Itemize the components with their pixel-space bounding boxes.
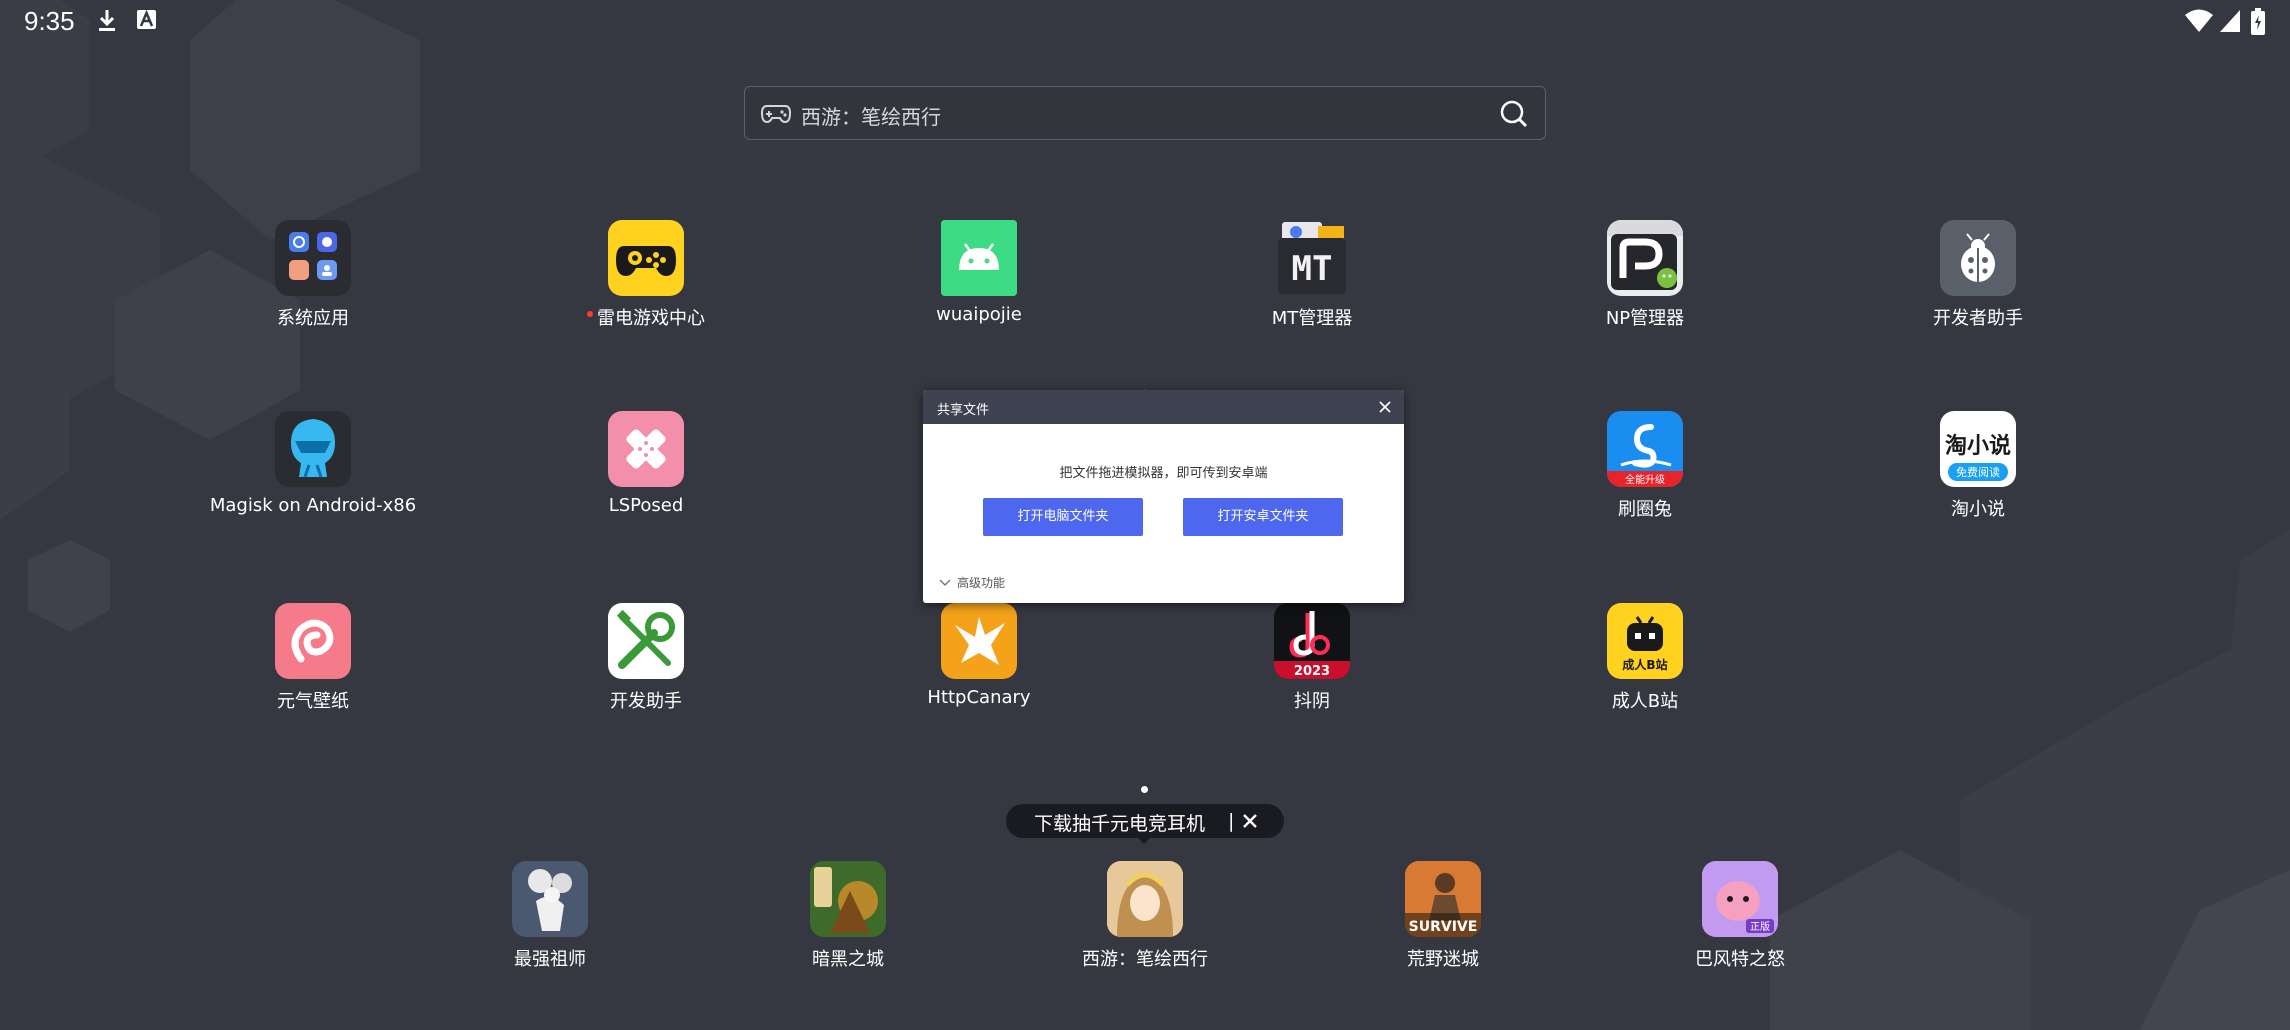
- open-pc-folder-button[interactable]: 打开电脑文件夹: [983, 498, 1143, 536]
- promo-tooltip[interactable]: 下载抽千元电竞耳机 |: [1006, 804, 1284, 838]
- wifi-icon: [2185, 9, 2213, 32]
- wrench-icon: [608, 603, 684, 679]
- promo-separator: |: [1228, 810, 1235, 832]
- search-text: 西游：笔绘西行: [801, 105, 941, 129]
- app-label: 淘小说: [1951, 499, 2005, 520]
- promo-tooltip-caret: [1136, 836, 1152, 844]
- app-label: 巴风特之怒: [1695, 949, 1785, 970]
- promo-text: 下载抽千元电竞耳机: [1034, 813, 1206, 835]
- svg-text:2023: 2023: [1294, 664, 1330, 679]
- android-icon: [941, 220, 1017, 296]
- svg-text:全能升级: 全能升级: [1625, 473, 1665, 486]
- svg-text:正版: 正版: [1750, 920, 1770, 933]
- app-label: MT管理器: [1271, 308, 1353, 329]
- new-badge-dot: [587, 311, 593, 317]
- bilibili-icon: 成人B站: [1607, 603, 1683, 679]
- download-icon: [99, 10, 115, 31]
- open-android-folder-button[interactable]: 打开安卓文件夹: [1183, 498, 1343, 536]
- app-label: 刷圈兔: [1618, 499, 1672, 520]
- app-label: 抖阴: [1294, 691, 1330, 712]
- svg-text:MT: MT: [1292, 249, 1333, 289]
- svg-text:成人B站: 成人B站: [1622, 657, 1667, 672]
- app-label: 元气壁纸: [277, 691, 349, 712]
- app-label: NP管理器: [1605, 308, 1685, 329]
- android-home-screen: 9:35 西游：笔绘西行 系统应用 雷电游戏中心 wuaipojie MT MT…: [0, 0, 2290, 1030]
- share-files-dialog: 共享文件 把文件拖进模拟器，即可传到安卓端 打开电脑文件夹 打开安卓文件夹 高级…: [923, 390, 1404, 603]
- svg-text:SURVIVE: SURVIVE: [1409, 919, 1478, 935]
- mt-icon: MT: [1274, 220, 1350, 296]
- signal-icon: [2220, 10, 2240, 32]
- np-icon: [1607, 220, 1683, 296]
- canary-icon: [941, 603, 1017, 679]
- status-clock: 9:35: [24, 6, 75, 36]
- advanced-features-label: 高级功能: [957, 576, 1006, 590]
- chevron-down-icon: [939, 579, 951, 586]
- app-label: 雷电游戏中心: [526, 304, 766, 330]
- app-label: Magisk on Android-x86: [209, 495, 417, 516]
- app-label: 荒野迷城: [1407, 949, 1479, 970]
- advanced-features-toggle[interactable]: 高级功能: [939, 574, 1005, 591]
- dialog-title-bar: 共享文件: [923, 390, 1404, 424]
- a-badge-icon: [137, 9, 156, 29]
- page-indicator-dot: [1141, 786, 1148, 793]
- magisk-icon: [275, 411, 351, 487]
- folder-icon: [275, 220, 351, 296]
- app-label: 开发者助手: [1933, 308, 2023, 329]
- ladybug-icon: [1940, 220, 2016, 296]
- xiyou-icon: [1107, 861, 1183, 937]
- search-bar[interactable]: 西游：笔绘西行: [744, 86, 1546, 140]
- status-bar: 9:35: [0, 0, 2290, 44]
- gamepad-icon: [761, 105, 791, 124]
- app-label: 西游：笔绘西行: [1082, 949, 1208, 970]
- search-icon[interactable]: [1499, 99, 1529, 129]
- yuanqi-icon: [275, 603, 351, 679]
- svg-text:免费阅读: 免费阅读: [1956, 465, 2000, 479]
- controller-icon: [608, 220, 684, 296]
- app-label: 成人B站: [1611, 691, 1679, 712]
- taoxiaoshuo-icon: 淘小说 免费阅读: [1940, 411, 2016, 487]
- douyin-icon: 2023: [1274, 603, 1350, 679]
- lsposed-icon: [608, 411, 684, 487]
- bafengte-icon: 正版: [1702, 861, 1778, 937]
- close-icon[interactable]: [1376, 398, 1394, 416]
- dialog-message: 把文件拖进模拟器，即可传到安卓端: [1059, 466, 1268, 481]
- svg-text:淘小说: 淘小说: [1945, 433, 2011, 459]
- app-label: LSPosed: [608, 495, 684, 516]
- survive-icon: SURVIVE: [1405, 861, 1481, 937]
- dialog-title: 共享文件: [937, 403, 990, 418]
- app-label: 系统应用: [277, 308, 349, 329]
- app-label: 暗黑之城: [812, 949, 884, 970]
- app-label: 最强祖师: [514, 949, 586, 970]
- app-label: 开发助手: [610, 691, 682, 712]
- battery-icon: [2251, 8, 2265, 35]
- zuishi-icon: [512, 861, 588, 937]
- anhei-icon: [810, 861, 886, 937]
- close-icon[interactable]: [1242, 812, 1258, 834]
- app-label: wuaipojie: [936, 304, 1022, 325]
- app-label: HttpCanary: [927, 687, 1031, 708]
- shuaquantu-icon: 全能升级: [1607, 411, 1683, 487]
